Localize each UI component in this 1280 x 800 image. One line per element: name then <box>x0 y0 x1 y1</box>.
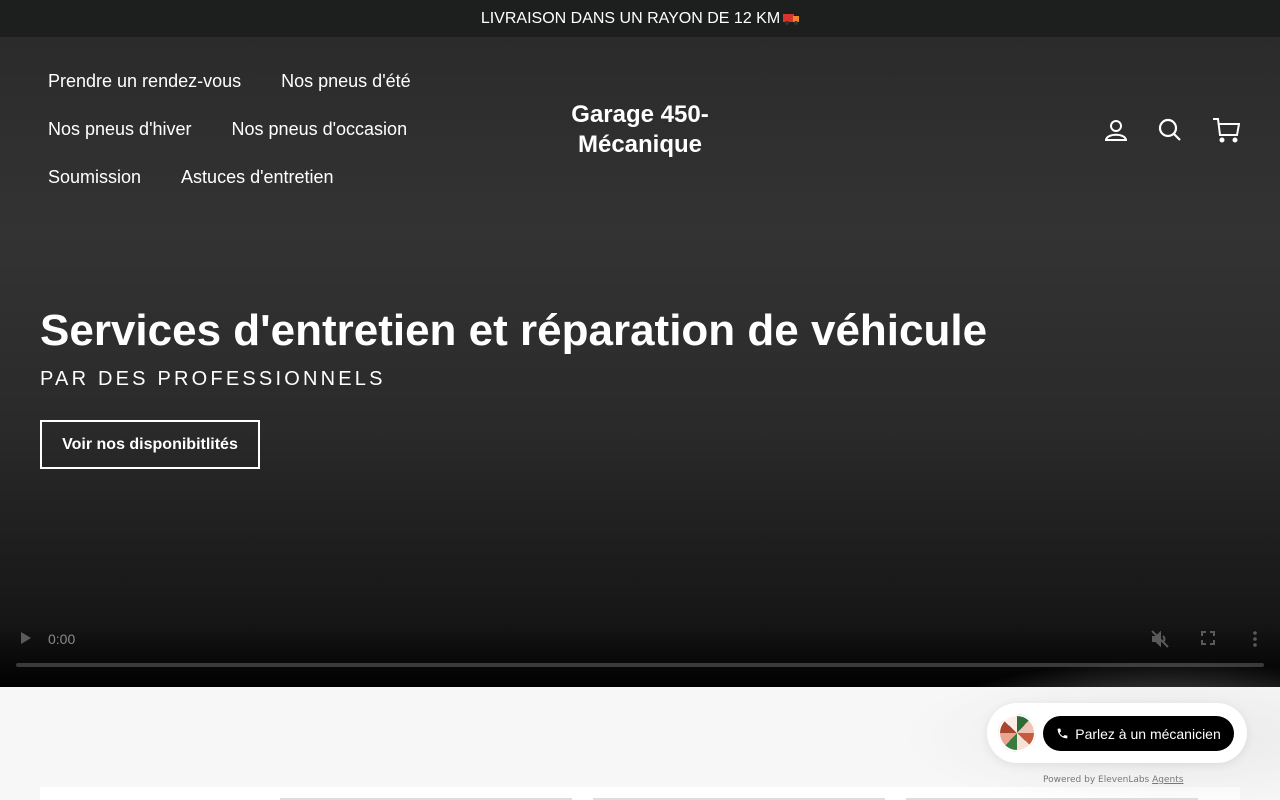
powered-by-text: Powered by ElevenLabs <box>1043 775 1150 785</box>
nav-link-quote[interactable]: Soumission <box>48 167 141 188</box>
logo-line-2: Mécanique <box>577 131 703 158</box>
more-options-icon[interactable] <box>1252 630 1258 648</box>
search-icon[interactable] <box>1158 116 1182 144</box>
powered-by-link[interactable]: Agents <box>1152 775 1183 785</box>
phone-icon <box>1057 728 1068 739</box>
agent-avatar[interactable] <box>998 714 1036 752</box>
powered-by: Powered by ElevenLabs Agents <box>1043 775 1183 785</box>
voice-agent-widget: Parlez à un mécanicien <box>987 703 1247 763</box>
nav-link-used-tires[interactable]: Nos pneus d'occasion <box>232 119 408 140</box>
hero-title: Services d'entretien et réparation de vé… <box>40 306 988 355</box>
nav-link-maintenance-tips[interactable]: Astuces d'entretien <box>181 167 334 188</box>
call-mechanic-label: Parlez à un mécanicien <box>1075 725 1221 742</box>
call-mechanic-button[interactable]: Parlez à un mécanicien <box>1043 716 1234 751</box>
main-nav: Prendre un rendez-vous Nos pneus d'été N… <box>48 71 468 201</box>
nav-link-summer-tires[interactable]: Nos pneus d'été <box>281 71 411 92</box>
announcement-bar: LIVRAISON DANS UN RAYON DE 12 KM <box>0 0 1280 37</box>
truck-icon <box>783 13 800 25</box>
availability-button[interactable]: Voir nos disponibitlités <box>40 420 260 469</box>
play-icon[interactable] <box>20 631 32 645</box>
logo-line-1: Garage 450- <box>571 101 709 128</box>
site-logo[interactable]: Garage 450- Mécanique <box>540 100 740 160</box>
hero-section: Prendre un rendez-vous Nos pneus d'été N… <box>0 37 1280 687</box>
announcement-text: LIVRAISON DANS UN RAYON DE 12 KM <box>480 9 781 27</box>
header-icons <box>1104 116 1240 144</box>
hero-subtitle: PAR DES PROFESSIONNELS <box>40 368 386 390</box>
nav-link-appointment[interactable]: Prendre un rendez-vous <box>48 71 241 92</box>
cart-icon[interactable] <box>1212 116 1240 144</box>
video-time: 0:00 <box>48 631 76 647</box>
account-icon[interactable] <box>1104 116 1128 144</box>
fullscreen-icon[interactable] <box>1201 631 1215 645</box>
nav-link-winter-tires[interactable]: Nos pneus d'hiver <box>48 119 192 140</box>
mute-icon[interactable] <box>1151 630 1169 648</box>
